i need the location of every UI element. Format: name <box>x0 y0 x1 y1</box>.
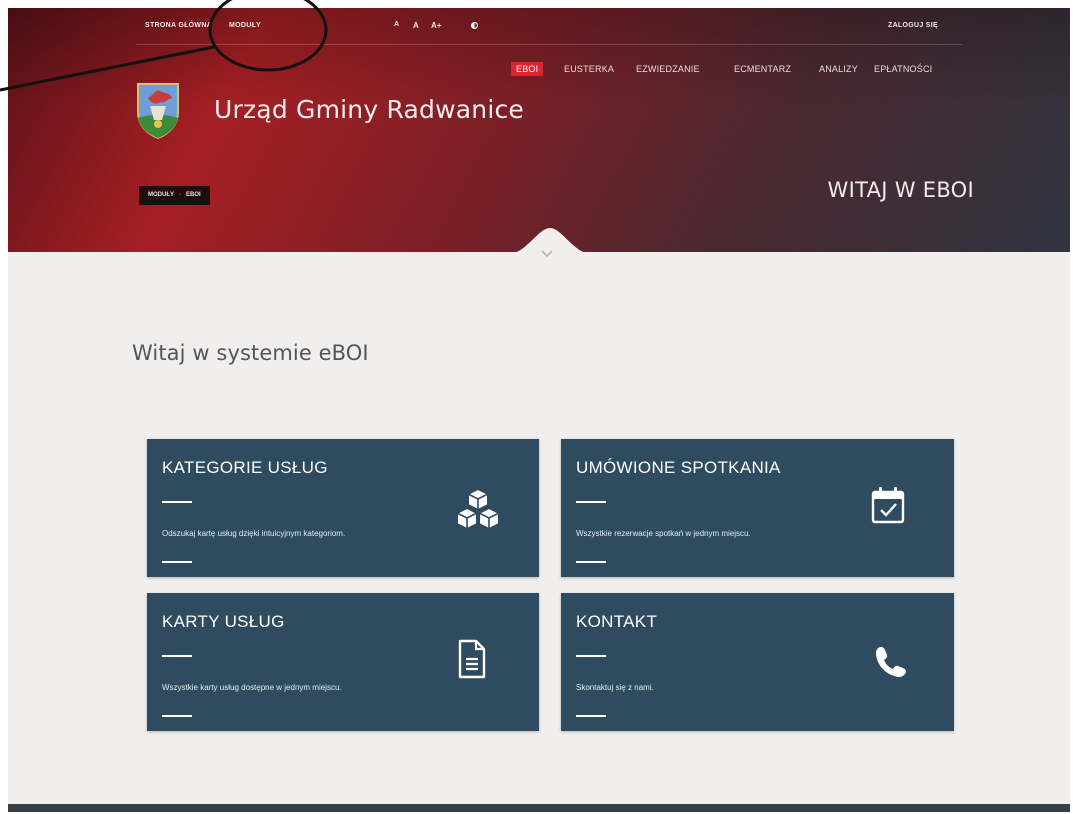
card-title: UMÓWIONE SPOTKANIA <box>576 458 781 477</box>
phone-icon <box>876 647 906 677</box>
card-divider <box>162 655 192 657</box>
card-title: KARTY USŁUG <box>162 612 285 631</box>
font-size-medium-button[interactable]: A <box>413 21 419 30</box>
nav-item-eplatnosci[interactable]: EPŁATNOŚCI <box>874 64 932 74</box>
nav-item-analizy[interactable]: ANALIZY <box>819 64 858 74</box>
nav-item-ecmentarz[interactable]: ECMENTARZ <box>734 64 791 74</box>
font-size-small-button[interactable]: A <box>394 21 399 28</box>
topbar-divider <box>136 44 962 45</box>
page-heading: Witaj w systemie eBOI <box>132 341 369 365</box>
card-description: Skontaktuj się z nami. <box>576 683 654 692</box>
card-description: Wszystkie karty usług dostępne w jednym … <box>162 683 342 692</box>
breadcrumb: MODUŁY › EBOI <box>139 186 210 205</box>
breadcrumb-current: EBOI <box>186 192 201 198</box>
top-bar: STRONA GŁÓWNA MODUŁY A A A+ ZALOGUJ SIĘ <box>8 8 1070 46</box>
nav-item-eusterka[interactable]: EUSTERKA <box>564 64 614 74</box>
card-kontakt[interactable]: KONTAKT Skontaktuj się z nami. <box>561 593 954 731</box>
contrast-toggle-icon[interactable] <box>471 22 478 29</box>
card-divider <box>576 501 606 503</box>
card-divider <box>162 715 192 717</box>
hero-welcome-heading: WITAJ W EBOI <box>827 178 974 202</box>
card-umowione-spotkania[interactable]: UMÓWIONE SPOTKANIA Wszystkie rezerwacje … <box>561 439 954 577</box>
document-icon <box>458 639 486 679</box>
breadcrumb-root[interactable]: MODUŁY <box>148 192 174 198</box>
font-size-large-button[interactable]: A+ <box>431 21 441 30</box>
card-description: Wszystkie rezerwacje spotkań w jednym mi… <box>576 529 751 538</box>
card-kategorie-uslug[interactable]: KATEGORIE USŁUG Odszukaj kartę usług dzi… <box>147 439 539 577</box>
card-description: Odszukaj kartę usług dzięki intuicyjnym … <box>162 529 346 538</box>
calendar-check-icon <box>871 487 905 524</box>
card-divider <box>162 501 192 503</box>
login-link[interactable]: ZALOGUJ SIĘ <box>888 22 938 29</box>
card-title: KATEGORIE USŁUG <box>162 458 328 477</box>
cubes-icon <box>456 488 500 530</box>
nav-item-ezwiedzanie[interactable]: EZWIEDZANIE <box>636 64 700 74</box>
site-title[interactable]: Urząd Gminy Radwanice <box>214 95 524 124</box>
nav-item-eboi[interactable]: EBOI <box>511 62 544 76</box>
card-title: KONTAKT <box>576 612 658 631</box>
modules-link[interactable]: MODUŁY <box>229 22 261 29</box>
footer-bar <box>8 804 1070 812</box>
municipal-crest-logo[interactable] <box>134 80 182 140</box>
card-karty-uslug[interactable]: KARTY USŁUG Wszystkie karty usług dostęp… <box>147 593 539 731</box>
card-divider <box>162 561 192 563</box>
browser-viewport: STRONA GŁÓWNA MODUŁY A A A+ ZALOGUJ SIĘ … <box>8 8 1070 812</box>
scroll-down-chevron-icon[interactable] <box>540 249 554 259</box>
home-link[interactable]: STRONA GŁÓWNA <box>145 22 212 29</box>
breadcrumb-separator: › <box>179 192 181 198</box>
card-divider <box>576 655 606 657</box>
card-divider <box>576 561 606 563</box>
card-divider <box>576 715 606 717</box>
